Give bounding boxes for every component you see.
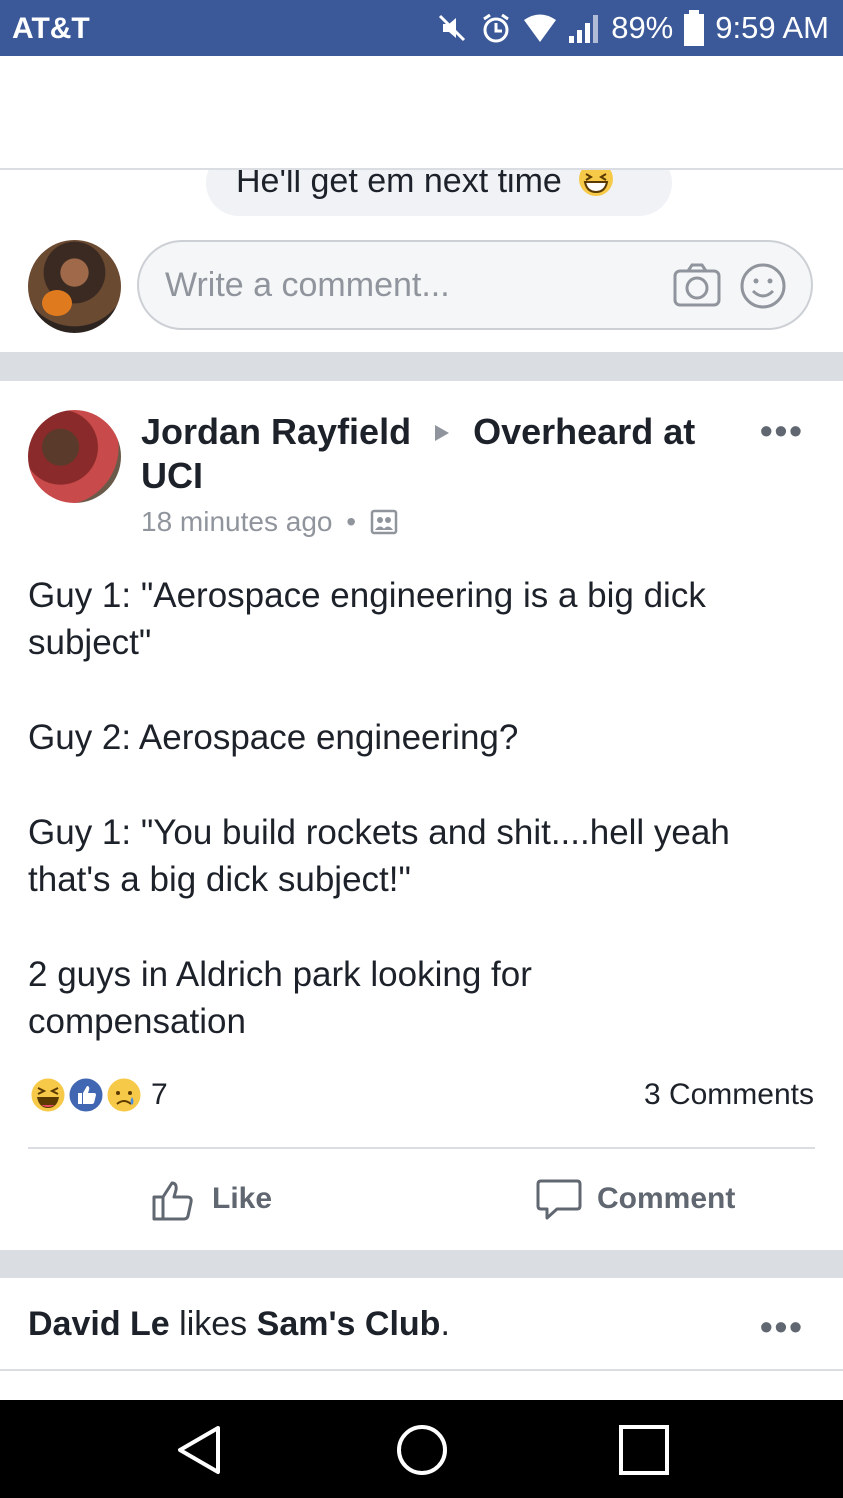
wifi-icon [524,14,557,42]
page-name[interactable]: Sam's Club [257,1305,441,1343]
reactions-summary[interactable] [28,1075,148,1119]
story-period: . [440,1305,450,1343]
comment-placeholder: Write a comment... [165,266,450,304]
clock: 9:59 AM [715,10,829,45]
grinning-squint-emoji-icon [579,162,614,196]
post-body-line: subject" [28,623,152,662]
post-body-line: that's a big dick subject!" [28,860,411,899]
feed-separator [0,352,843,381]
home-icon[interactable] [394,1422,450,1478]
previous-comment-text: He'll get em next time [236,160,615,201]
post-options-icon[interactable]: ••• [760,410,804,452]
author-name[interactable]: Jordan Rayfield [141,411,411,452]
signal-icon [569,15,599,43]
divider [28,1147,815,1149]
author-avatar[interactable] [28,410,121,503]
marketplace-icon[interactable] [389,82,453,146]
group-privacy-icon [370,509,398,535]
pumpkin-icon [42,290,72,316]
alarm-icon [483,13,510,43]
next-story-header: David Le likes Sam's Club. [28,1305,450,1344]
sad-reaction-icon [104,1075,144,1115]
comment-label: Comment [597,1182,736,1215]
post-timestamp[interactable]: 18 minutes ago [141,506,332,537]
back-icon[interactable] [172,1422,228,1478]
post-meta: 18 minutes ago • [141,506,398,538]
post-body-line: compensation [28,1002,246,1041]
carrier-label: AT&T [12,12,90,45]
haha-reaction-icon [28,1075,68,1115]
reaction-count[interactable]: 7 [151,1078,168,1112]
speech-bubble-icon [536,1179,582,1220]
news-feed-icon[interactable] [52,82,116,146]
like-reaction-icon [66,1075,106,1115]
story-verb: likes [169,1305,257,1343]
story-options-icon[interactable]: ••• [760,1306,804,1348]
battery-percent: 89% [611,10,674,45]
share-arrow-icon [435,425,450,441]
menu-icon[interactable] [726,82,790,146]
post-body-line: Guy 2: Aerospace engineering? [28,718,519,757]
comment-button[interactable]: Comment [535,1175,735,1223]
current-user-avatar[interactable] [28,240,121,333]
comments-count[interactable]: 3 Comments [644,1078,814,1112]
post-body-line: Guy 1: "You build rockets and shit....he… [28,813,730,852]
post-header: Jordan Rayfield Overheard at UCI [141,410,701,498]
status-bar: AT&T 89% 9:59 AM [0,0,843,56]
post-body-line: Guy 1: "Aerospace engineering is a big d… [28,576,706,615]
meta-dot: • [346,506,357,537]
sticker-emoji-icon[interactable] [739,262,787,310]
thumbs-up-icon [152,1181,193,1221]
like-button[interactable]: Like [150,1175,272,1223]
feed-separator [0,1250,843,1278]
post-body-line: 2 guys in Aldrich park looking for [28,955,532,994]
recents-icon[interactable] [616,1422,672,1478]
notifications-icon[interactable] [560,82,624,146]
system-nav-bar [0,1400,843,1498]
watch-icon[interactable] [220,82,284,146]
like-label: Like [212,1182,273,1215]
battery-icon [684,10,705,46]
divider [0,1369,843,1371]
actor-name[interactable]: David Le [28,1305,170,1343]
mute-icon [439,14,466,42]
camera-icon[interactable] [672,262,722,308]
